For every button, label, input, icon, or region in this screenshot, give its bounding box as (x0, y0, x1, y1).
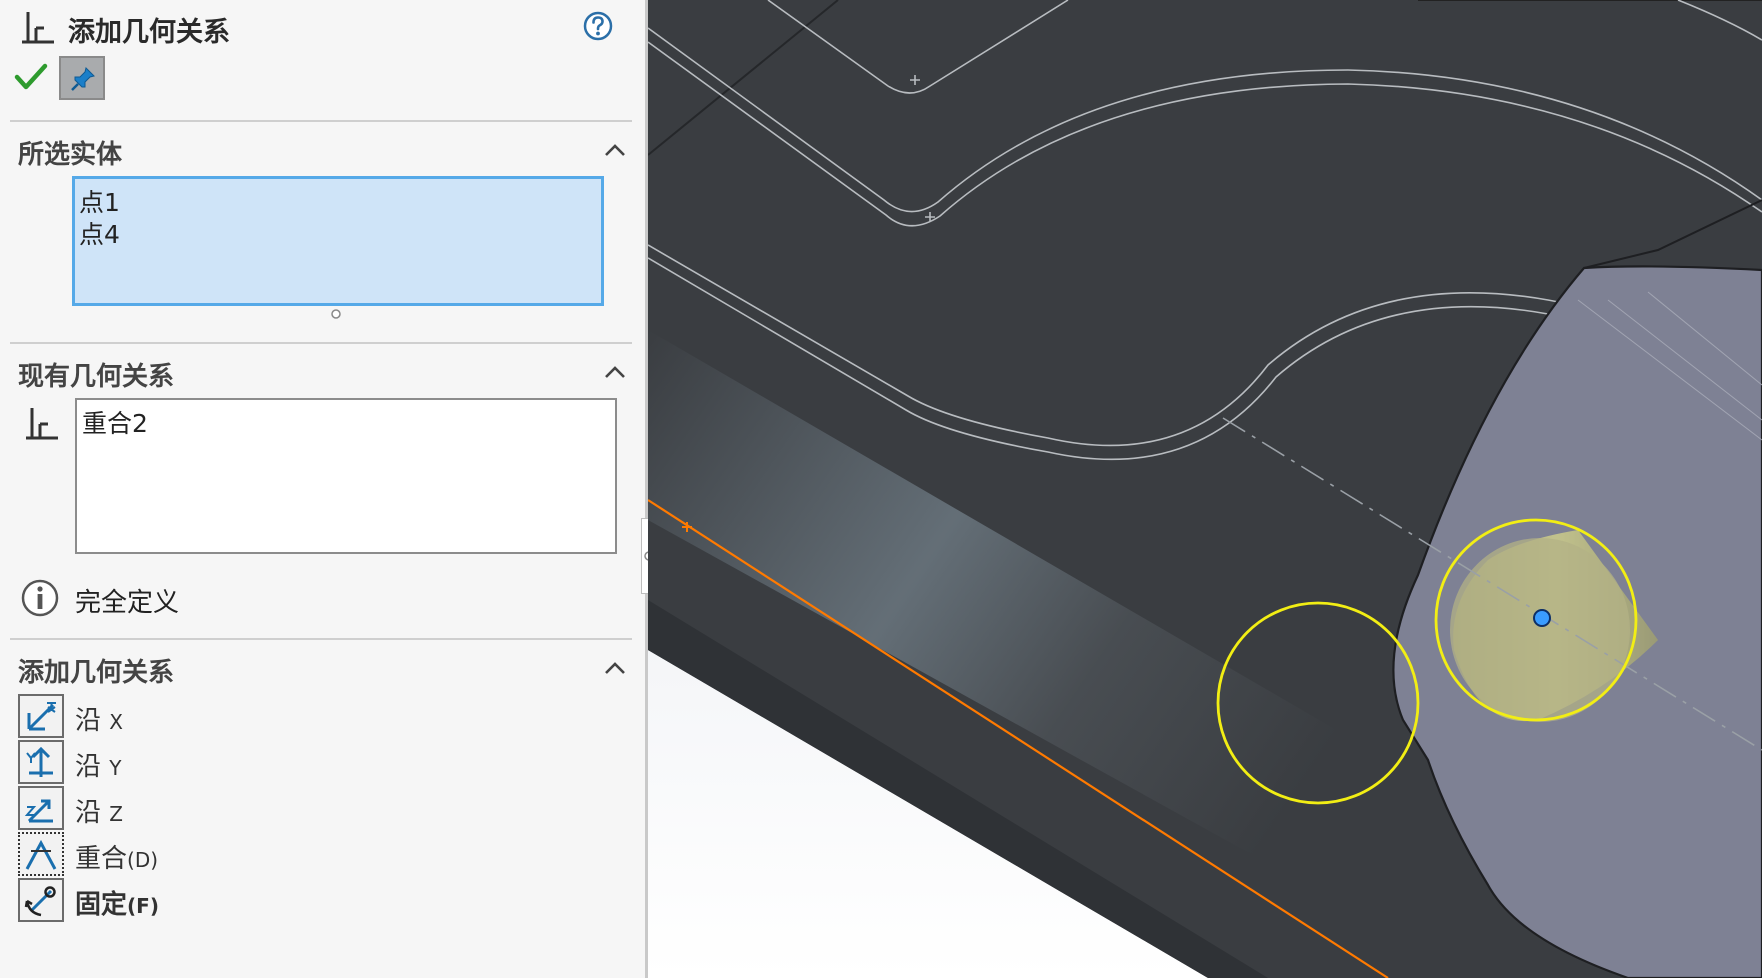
collapse-chevron-icon[interactable] (602, 362, 628, 382)
ok-checkmark-icon[interactable] (14, 62, 48, 92)
section-title-existing-relations: 现有几何关系 (18, 362, 175, 392)
coincident-icon (25, 839, 57, 870)
section-title-selected-entities: 所选实体 (18, 140, 123, 170)
list-item[interactable]: 重合2 (82, 404, 148, 440)
separator (10, 638, 632, 640)
collapse-chevron-icon[interactable] (602, 658, 628, 678)
along-y-icon (26, 746, 53, 777)
along-x-icon (27, 702, 56, 731)
pin-icon (71, 67, 95, 91)
separator (10, 120, 632, 122)
relation-coincident-button[interactable] (18, 832, 64, 876)
existing-relations-listbox[interactable]: 重合2 (75, 398, 617, 554)
separator (10, 342, 632, 344)
selected-point[interactable] (1533, 609, 1551, 627)
property-manager-panel: 添加几何关系 所选实体 点1 点4 现有几何关系 重合2 完全定义 添加几何关系… (0, 0, 645, 978)
relation-along-y-button[interactable] (18, 740, 64, 784)
info-icon (21, 579, 59, 617)
along-z-icon (24, 799, 53, 823)
graphics-viewport[interactable] (648, 0, 1762, 978)
section-title-add-relations: 添加几何关系 (18, 658, 175, 688)
relation-label: 固定(F) (75, 890, 159, 920)
help-icon[interactable] (582, 10, 614, 42)
relation-label: 沿 Y (75, 752, 122, 782)
3d-model-canvas[interactable] (648, 0, 1762, 978)
coincident-relation-icon (26, 408, 58, 440)
relation-label: 沿 X (75, 706, 123, 736)
relation-label: 沿 Z (75, 798, 123, 828)
panel-title: 添加几何关系 (68, 17, 230, 48)
collapse-chevron-icon[interactable] (602, 140, 628, 160)
status-text: 完全定义 (75, 588, 180, 618)
relation-along-z-button[interactable] (18, 786, 64, 830)
selected-entities-listbox[interactable]: 点1 点4 (72, 176, 604, 306)
relation-fix-button[interactable] (18, 878, 64, 922)
anchor-fix-icon (24, 886, 56, 917)
coincident-relation-icon (22, 12, 54, 44)
relation-along-x-button[interactable] (18, 694, 64, 738)
keep-visible-pin-button[interactable] (59, 56, 105, 100)
resize-handle-icon[interactable] (330, 308, 342, 320)
list-item[interactable]: 点4 (79, 215, 120, 251)
relation-label: 重合(D) (75, 844, 159, 874)
list-item[interactable]: 点1 (79, 183, 120, 219)
